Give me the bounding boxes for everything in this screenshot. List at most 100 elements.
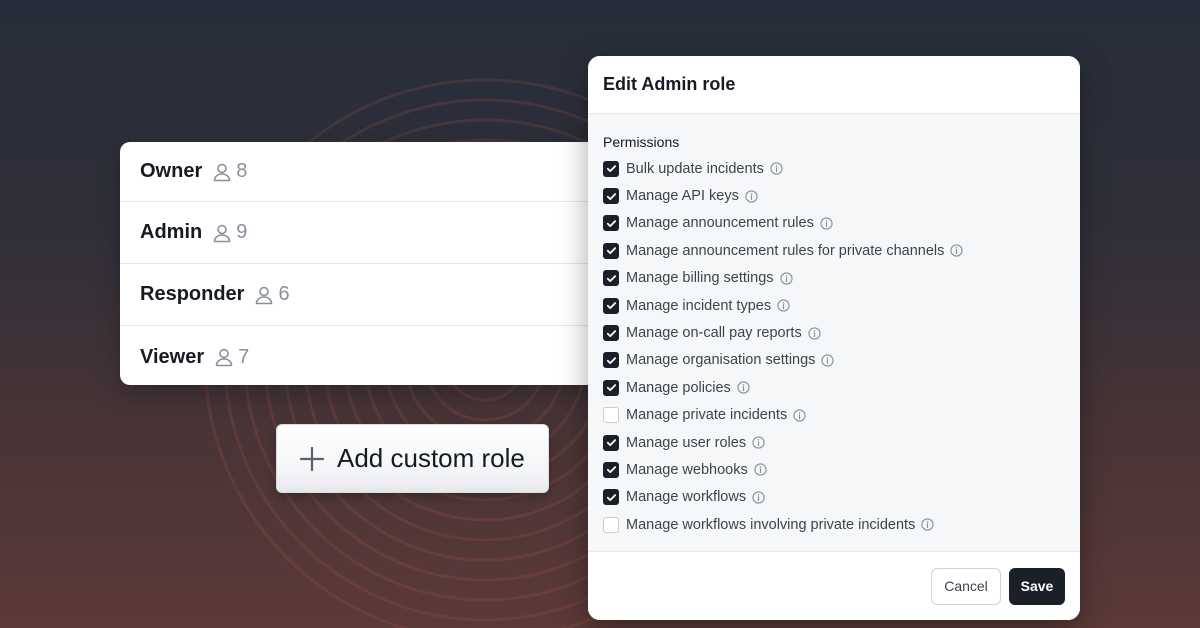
permission-label: Manage billing settings bbox=[626, 270, 774, 287]
permission-checkbox[interactable] bbox=[603, 242, 619, 259]
permission-label: Manage incident types bbox=[626, 297, 772, 314]
info-icon[interactable] bbox=[821, 354, 835, 367]
info-icon[interactable] bbox=[921, 518, 934, 531]
permission-item: Manage API keys bbox=[603, 182, 1065, 209]
info-icon[interactable] bbox=[793, 409, 806, 422]
permissions-heading: Permissions bbox=[603, 134, 680, 150]
permission-item: Manage incident types bbox=[603, 292, 1065, 319]
permission-item: Manage billing settings bbox=[603, 265, 1065, 292]
role-row-admin[interactable]: Admin 9 bbox=[120, 202, 600, 264]
permission-label: Manage workflows bbox=[626, 489, 747, 506]
check-icon bbox=[606, 165, 616, 173]
user-icon bbox=[213, 163, 231, 181]
permission-label: Manage workflows involving private incid… bbox=[626, 516, 916, 533]
permission-checkbox[interactable] bbox=[603, 489, 619, 506]
info-icon[interactable] bbox=[777, 299, 790, 312]
permission-checkbox[interactable] bbox=[603, 270, 619, 287]
modal-body: Permissions Bulk update incidents Manage … bbox=[588, 114, 1080, 552]
permission-item: Manage announcement rules for private ch… bbox=[603, 237, 1065, 264]
user-icon bbox=[256, 286, 273, 304]
role-name: Viewer bbox=[140, 345, 205, 368]
role-count-value: 9 bbox=[236, 221, 248, 243]
edit-role-modal: Edit Admin role Permissions Bulk update … bbox=[588, 56, 1080, 620]
info-icon[interactable] bbox=[950, 244, 964, 257]
info-icon[interactable] bbox=[745, 189, 758, 203]
permission-item: Manage workflows involving private incid… bbox=[603, 511, 1065, 538]
info-icon[interactable] bbox=[770, 162, 783, 175]
check-icon bbox=[606, 329, 616, 337]
permission-checkbox[interactable] bbox=[603, 407, 619, 424]
add-custom-role-label: Add custom role bbox=[337, 443, 525, 473]
role-name: Owner bbox=[140, 160, 203, 182]
permission-item: Manage private incidents bbox=[603, 402, 1065, 429]
role-count-value: 7 bbox=[238, 345, 250, 368]
permission-item: Manage workflows bbox=[603, 484, 1065, 511]
permission-checkbox[interactable] bbox=[603, 352, 619, 369]
role-member-count: 7 bbox=[214, 346, 249, 369]
role-name: Admin bbox=[140, 221, 203, 243]
role-row-viewer[interactable]: Viewer 7 bbox=[120, 326, 600, 385]
info-icon[interactable] bbox=[752, 491, 765, 504]
info-icon[interactable] bbox=[779, 272, 793, 285]
check-icon bbox=[606, 439, 616, 447]
permission-label: Manage organisation settings bbox=[626, 352, 816, 369]
permission-checkbox[interactable] bbox=[603, 188, 619, 205]
permission-checkbox[interactable] bbox=[603, 379, 619, 396]
role-member-count: 9 bbox=[212, 221, 247, 244]
permission-checkbox[interactable] bbox=[603, 215, 619, 232]
role-member-count: 8 bbox=[212, 160, 247, 183]
check-icon bbox=[606, 384, 616, 392]
permission-label: Manage on-call pay reports bbox=[626, 325, 802, 342]
check-icon bbox=[606, 466, 616, 474]
info-icon[interactable] bbox=[820, 217, 833, 230]
info-icon[interactable] bbox=[754, 463, 767, 477]
permission-checkbox[interactable] bbox=[603, 434, 619, 451]
permission-item: Manage announcement rules bbox=[603, 210, 1065, 237]
permission-label: Manage user roles bbox=[626, 434, 747, 451]
check-icon bbox=[606, 302, 616, 310]
modal-title: Edit Admin role bbox=[603, 74, 736, 94]
role-name: Responder bbox=[140, 283, 245, 305]
permission-label: Manage private incidents bbox=[626, 407, 788, 424]
cancel-button[interactable]: Cancel bbox=[931, 567, 1001, 605]
permissions-list: Bulk update incidents Manage API keys Mana… bbox=[603, 155, 1065, 538]
save-button[interactable]: Save bbox=[1009, 567, 1065, 605]
plus-icon bbox=[299, 446, 325, 471]
permission-item: Manage policies bbox=[603, 374, 1065, 401]
permission-checkbox[interactable] bbox=[603, 461, 619, 478]
permission-label: Manage API keys bbox=[626, 188, 739, 205]
permission-label: Manage announcement rules for private ch… bbox=[626, 242, 945, 259]
info-icon[interactable] bbox=[737, 381, 750, 394]
permission-checkbox[interactable] bbox=[603, 325, 619, 342]
permission-checkbox[interactable] bbox=[603, 160, 619, 177]
check-icon bbox=[606, 274, 616, 282]
permission-label: Manage announcement rules bbox=[626, 215, 814, 232]
permission-item: Bulk update incidents bbox=[603, 155, 1065, 182]
role-count-value: 6 bbox=[278, 283, 290, 305]
permission-item: Manage webhooks bbox=[603, 456, 1065, 483]
info-icon[interactable] bbox=[752, 436, 765, 449]
modal-header: Edit Admin role bbox=[588, 56, 1080, 114]
user-icon bbox=[215, 348, 233, 367]
info-icon[interactable] bbox=[808, 326, 821, 340]
roles-list: Owner 8 Admin 9 Responder 6 Viewer 7 bbox=[120, 142, 600, 385]
permission-item: Manage user roles bbox=[603, 429, 1065, 456]
check-icon bbox=[606, 357, 616, 364]
permission-label: Manage policies bbox=[626, 379, 731, 396]
role-row-owner[interactable]: Owner 8 bbox=[120, 142, 600, 202]
permission-label: Manage webhooks bbox=[626, 461, 748, 478]
permission-item: Manage organisation settings bbox=[603, 347, 1065, 374]
check-icon bbox=[606, 220, 616, 228]
permission-checkbox[interactable] bbox=[603, 516, 619, 533]
add-custom-role-button[interactable]: Add custom role bbox=[276, 424, 549, 493]
role-row-responder[interactable]: Responder 6 bbox=[120, 264, 600, 326]
user-icon bbox=[213, 224, 231, 242]
role-member-count: 6 bbox=[254, 283, 290, 306]
modal-footer: Cancel Save bbox=[588, 552, 1080, 620]
permission-label: Bulk update incidents bbox=[626, 160, 764, 177]
check-icon bbox=[606, 494, 616, 501]
permission-item: Manage on-call pay reports bbox=[603, 319, 1065, 346]
check-icon bbox=[606, 192, 616, 200]
role-count-value: 8 bbox=[236, 160, 248, 182]
permission-checkbox[interactable] bbox=[603, 297, 619, 314]
